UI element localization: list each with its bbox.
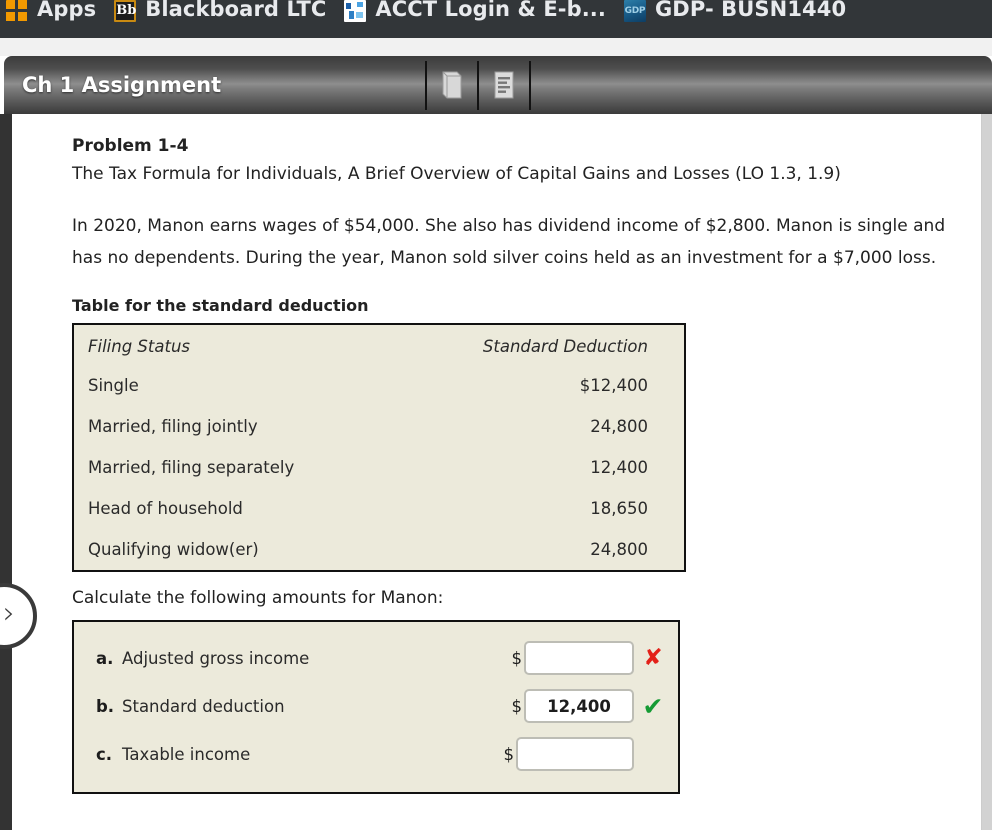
answer-label: Standard deduction xyxy=(122,696,285,716)
cell-filing-status: Qualifying widow(er) xyxy=(88,540,259,559)
page-title: Ch 1 Assignment xyxy=(22,73,222,97)
tool-divider-right xyxy=(529,60,531,110)
bookmark-acct-login-label: ACCT Login & E-b... xyxy=(375,0,606,21)
answer-letter: c. xyxy=(96,744,113,764)
problem-number: Problem 1-4 xyxy=(72,136,189,156)
table-row: Qualifying widow(er) 24,800 xyxy=(73,529,685,571)
taxable-income-input[interactable] xyxy=(516,737,634,771)
bookmark-gdp[interactable]: GDP GDP- BUSN1440 xyxy=(623,0,847,38)
vertical-scrollbar[interactable] xyxy=(982,114,992,830)
answer-field-group: $ ✘ xyxy=(512,641,679,675)
status-badge-incorrect: ✘ xyxy=(643,644,663,671)
currency-symbol: $ xyxy=(511,696,523,716)
header-tool-group xyxy=(425,56,531,114)
table-row: Single $12,400 xyxy=(73,365,685,406)
chevron-right-icon: › xyxy=(3,596,15,631)
cell-deduction-amount: $12,400 xyxy=(579,376,648,395)
table-row: Married, filing jointly 24,800 xyxy=(73,406,685,447)
table-row: Head of household 18,650 xyxy=(73,488,685,529)
bookmarks-bar: Apps Bb Blackboard LTC ACCT Login & E-b.… xyxy=(0,0,992,38)
problem-body-text: In 2020, Manon earns wages of $54,000. S… xyxy=(72,216,946,268)
adjusted-gross-income-input[interactable] xyxy=(524,641,634,675)
standard-deduction-input[interactable] xyxy=(524,689,634,723)
cell-deduction-amount: 24,800 xyxy=(590,540,648,559)
cell-filing-status: Married, filing separately xyxy=(88,458,295,477)
problem-content: Problem 1-4 The Tax Formula for Individu… xyxy=(12,114,981,830)
bookmark-apps[interactable]: Apps xyxy=(6,0,96,38)
bookmark-blackboard[interactable]: Bb Blackboard LTC xyxy=(114,0,326,38)
cell-filing-status: Single xyxy=(88,376,139,395)
bookmark-blackboard-label: Blackboard LTC xyxy=(145,0,327,21)
calculate-prompt: Calculate the following amounts for Mano… xyxy=(72,588,444,608)
blackboard-bb-icon: Bb xyxy=(114,0,136,22)
bookmark-acct-login[interactable]: ACCT Login & E-b... xyxy=(344,0,606,38)
ebook-icon xyxy=(442,71,462,99)
left-rail xyxy=(0,114,12,830)
standard-deduction-table: Filing Status Standard Deduction Single … xyxy=(72,323,686,572)
answer-field-group: $ xyxy=(504,737,679,771)
worksheet-icon xyxy=(494,71,514,99)
apps-grid-icon xyxy=(6,0,28,22)
column-header-filing-status: Filing Status xyxy=(88,337,190,356)
answer-label: Taxable income xyxy=(122,744,251,764)
cell-deduction-amount: 18,650 xyxy=(590,499,648,518)
currency-symbol: $ xyxy=(511,648,523,668)
answer-row-b: b. Standard deduction $ ✔ xyxy=(74,682,678,730)
deduction-table-caption: Table for the standard deduction xyxy=(72,296,369,315)
cell-filing-status: Head of household xyxy=(88,499,243,518)
acct-login-icon xyxy=(344,0,367,22)
gdp-icon: GDP xyxy=(623,0,646,22)
answer-letter: b. xyxy=(96,696,115,716)
answer-row-a: a. Adjusted gross income $ ✘ xyxy=(74,634,678,682)
answer-field-group: $ ✔ xyxy=(512,689,679,723)
bookmark-apps-label: Apps xyxy=(37,0,97,21)
answer-letter: a. xyxy=(96,648,114,668)
status-badge-correct: ✔ xyxy=(642,691,664,721)
answer-label: Adjusted gross income xyxy=(122,648,310,668)
worksheet-button[interactable] xyxy=(479,61,529,110)
answer-panel: a. Adjusted gross income $ ✘ b. Standard… xyxy=(72,620,680,794)
bookmark-gdp-label: GDP- BUSN1440 xyxy=(654,0,847,21)
problem-subtitle: The Tax Formula for Individuals, A Brief… xyxy=(72,164,841,184)
cell-deduction-amount: 12,400 xyxy=(590,458,648,477)
currency-symbol: $ xyxy=(503,744,515,764)
page-gap-strip xyxy=(0,38,992,56)
cell-filing-status: Married, filing jointly xyxy=(88,417,258,436)
cell-deduction-amount: 24,800 xyxy=(590,417,648,436)
answer-row-c: c. Taxable income $ xyxy=(74,730,678,778)
column-header-standard-deduction: Standard Deduction xyxy=(482,337,648,356)
ebook-button[interactable] xyxy=(427,61,477,110)
browser-page: Apps Bb Blackboard LTC ACCT Login & E-b.… xyxy=(0,0,992,830)
table-header-row: Filing Status Standard Deduction xyxy=(73,324,685,365)
table-row: Married, filing separately 12,400 xyxy=(73,447,685,488)
